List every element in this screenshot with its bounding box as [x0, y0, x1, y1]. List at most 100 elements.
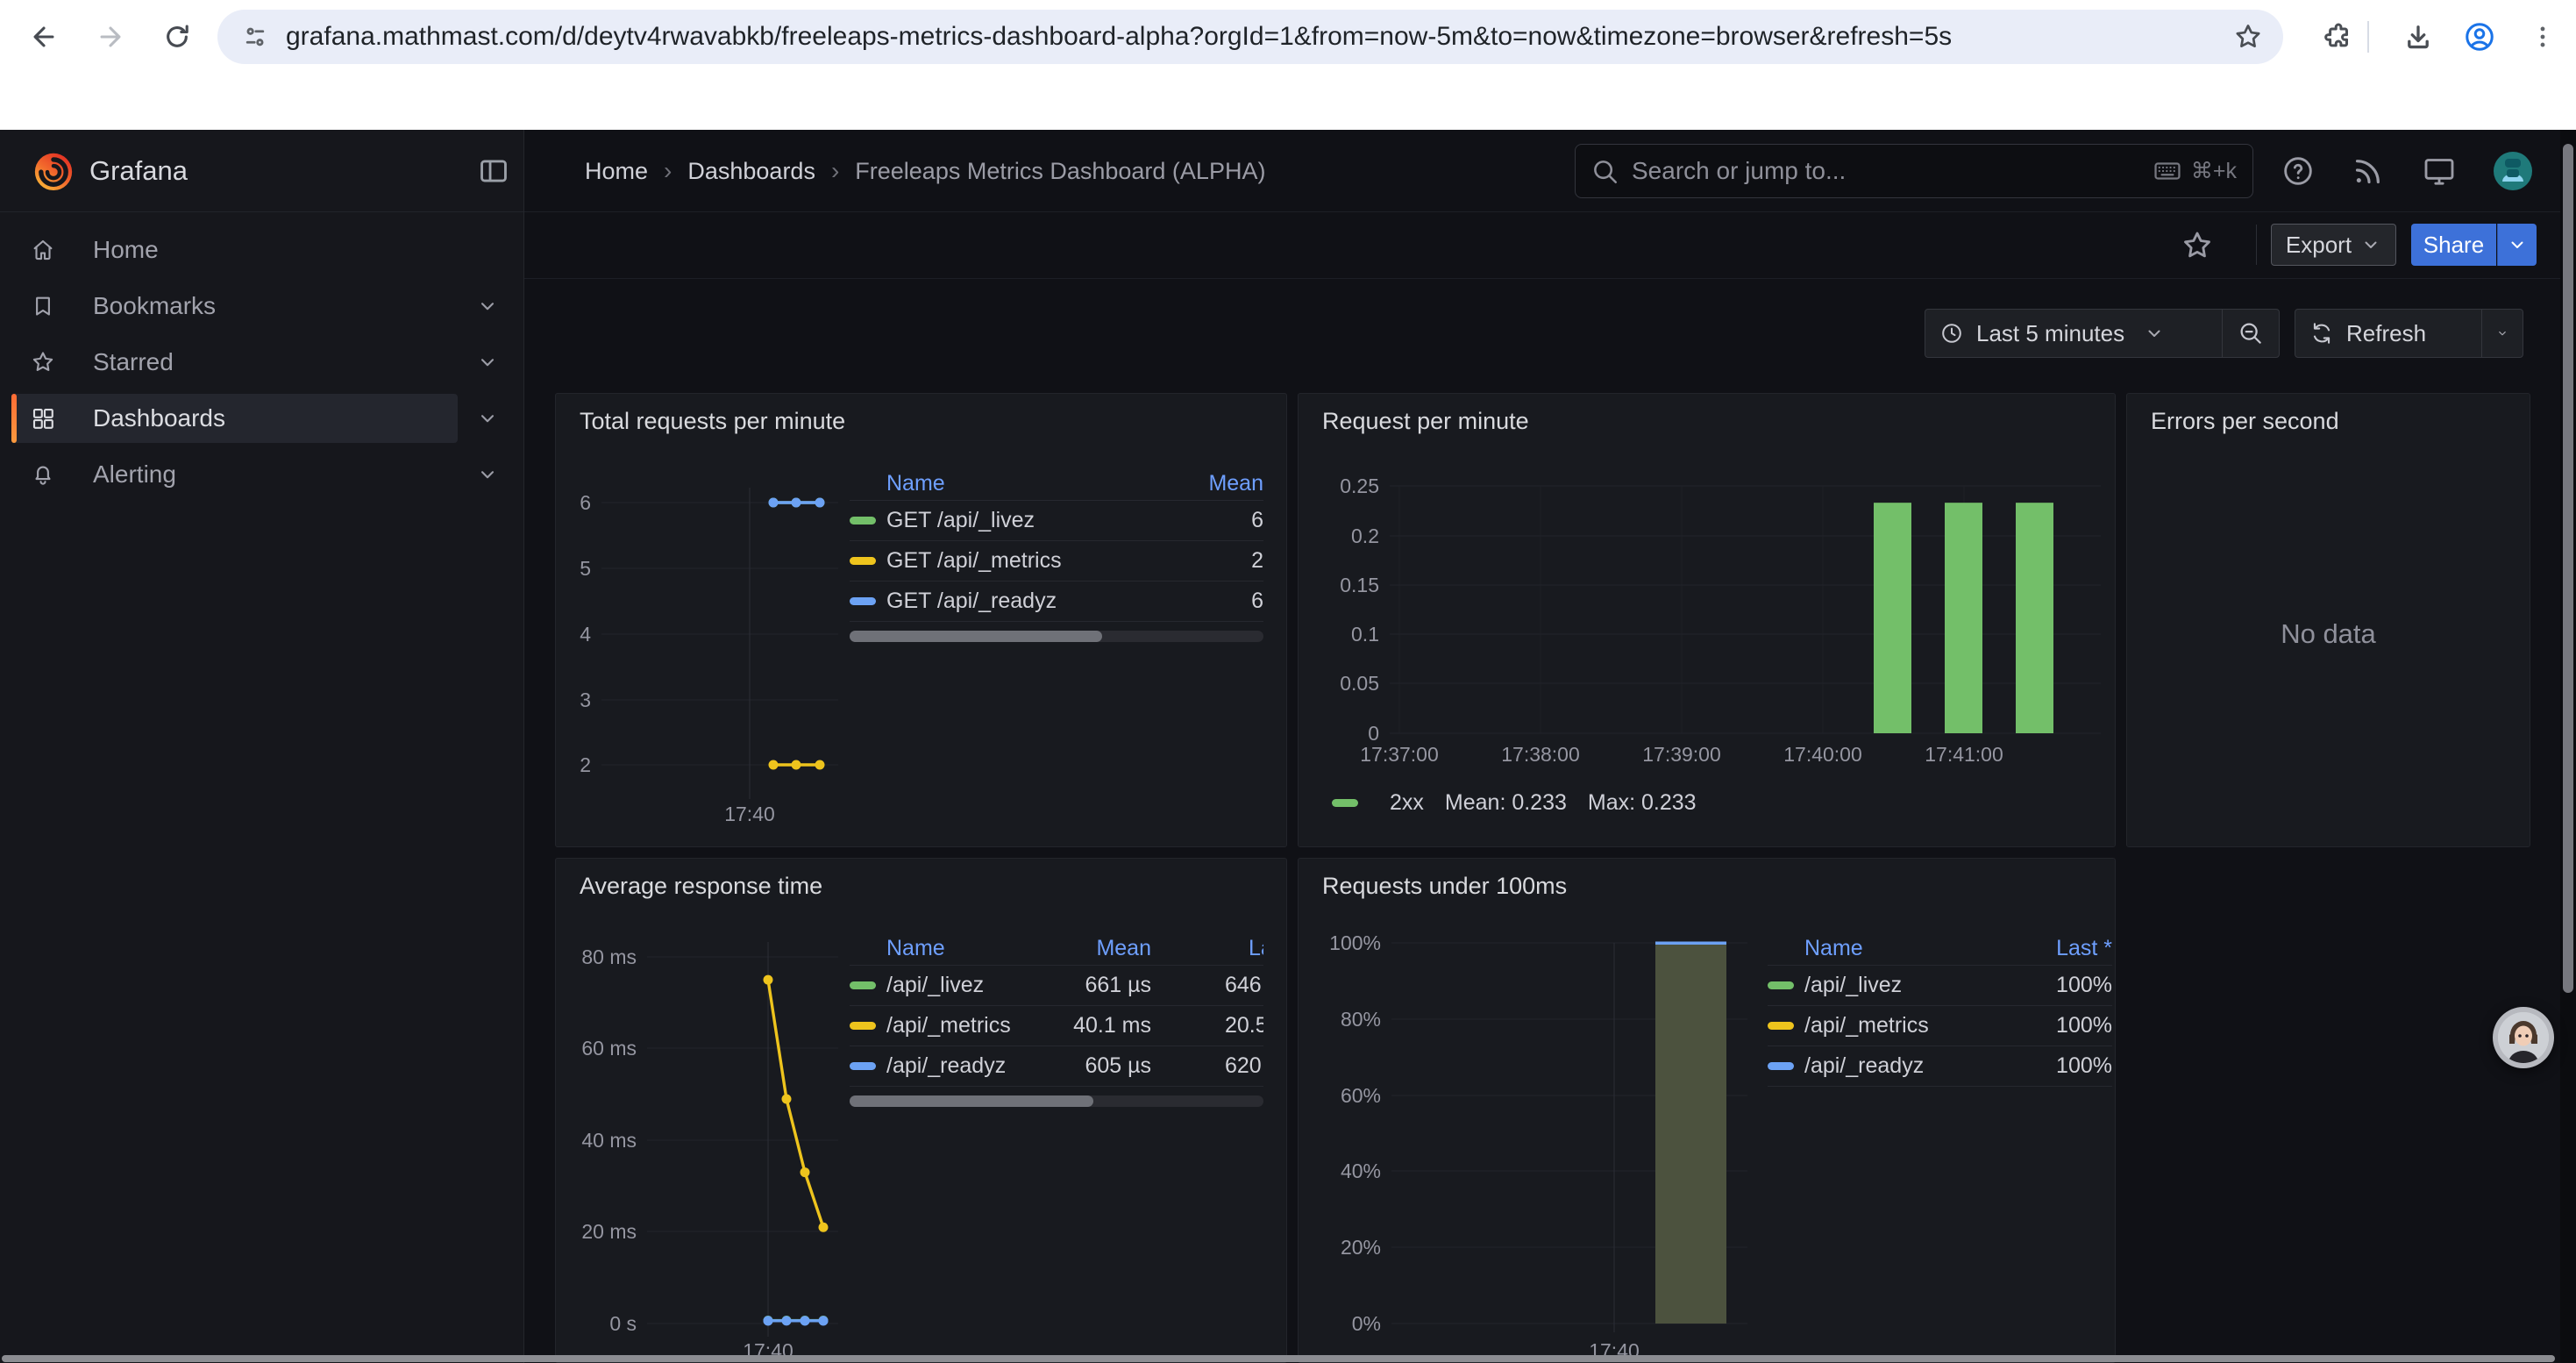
x-axis-tick: 17:37:00 [1329, 743, 1469, 767]
share-dropdown-button[interactable] [2497, 224, 2537, 266]
breadcrumb-dashboards[interactable]: Dashboards [687, 158, 815, 185]
data-point [792, 498, 801, 508]
legend-row[interactable]: GET /api/_livez6 [850, 501, 1263, 541]
sidebar-item-bookmarks[interactable]: Bookmarks [11, 282, 458, 331]
data-point [764, 975, 773, 985]
legend-series-name[interactable]: GET /api/_livez [886, 508, 1176, 533]
legend-series-name[interactable]: GET /api/_metrics [886, 548, 1176, 574]
sidebar-header: Grafana [0, 130, 523, 212]
legend-series-name[interactable]: /api/_metrics [1804, 1013, 2007, 1038]
vertical-scrollbar[interactable] [2560, 130, 2576, 1363]
legend-column-header[interactable]: Name [1768, 936, 2007, 961]
sidebar-item-label: Bookmarks [93, 292, 216, 320]
chevron-down-icon [2507, 234, 2528, 255]
home-icon [30, 237, 56, 263]
data-point [792, 760, 801, 770]
sidebar-item-starred[interactable]: Starred [11, 338, 458, 387]
legend-row[interactable]: /api/_metrics100% [1768, 1006, 2112, 1046]
legend-row[interactable]: /api/_livez100% [1768, 966, 2112, 1006]
refresh-interval-dropdown[interactable] [2482, 310, 2523, 357]
bar[interactable] [2016, 503, 2053, 733]
extensions-icon[interactable] [2318, 18, 2357, 56]
reload-icon[interactable] [158, 18, 196, 56]
series-pill [850, 1022, 876, 1030]
profile-icon[interactable] [2460, 18, 2499, 56]
series-pill [850, 597, 876, 605]
legend-row[interactable]: /api/_readyz100% [1768, 1046, 2112, 1087]
export-button[interactable]: Export [2271, 224, 2396, 266]
favorite-star-icon[interactable] [2180, 228, 2215, 263]
legend-series-name[interactable]: /api/_livez [1804, 973, 2007, 998]
legend-column-header[interactable]: Mean [1176, 471, 1263, 496]
panel-request-per-minute: Request per minute 2xx Mean: 0.233 Max: … [1298, 393, 2116, 847]
bar[interactable] [1874, 503, 1911, 733]
search-input[interactable]: Search or jump to... ⌘+k [1575, 144, 2253, 198]
series-/api/_metrics [764, 975, 829, 1232]
bar[interactable] [1945, 503, 1982, 733]
share-button[interactable]: Share [2411, 224, 2496, 266]
refresh-button[interactable]: Refresh [2295, 310, 2481, 357]
legend-series-name[interactable]: /api/_metrics [886, 1013, 1055, 1038]
sidebar-item-home[interactable]: Home [11, 225, 458, 275]
sidebar-item-alerting[interactable]: Alerting [11, 450, 458, 499]
bookmark-icon [30, 293, 56, 319]
bookmark-star-icon[interactable] [2232, 21, 2264, 53]
chevron-down-icon[interactable] [470, 282, 505, 331]
dock-sidebar-icon[interactable] [477, 154, 510, 188]
chevron-down-icon [2144, 323, 2165, 344]
menu-kebab-icon[interactable] [2523, 18, 2562, 56]
legend-scrollbar-thumb[interactable] [850, 1095, 1093, 1107]
y-axis-tick: 0.05 [1299, 672, 1379, 696]
y-axis-tick: 40% [1299, 1160, 1381, 1183]
legend-scrollbar-thumb[interactable] [850, 631, 1102, 642]
legend-value-last: 620 [1151, 1053, 1263, 1079]
assistant-avatar[interactable] [2493, 1007, 2554, 1068]
sidebar-item-dashboards[interactable]: Dashboards [11, 394, 458, 443]
legend-series-name[interactable]: /api/_readyz [1804, 1053, 2007, 1079]
legend-value-mean: 6 [1176, 589, 1263, 614]
url-bar[interactable]: grafana.mathmast.com/d/deytv4rwavabkb/fr… [217, 10, 2283, 64]
chevron-down-icon[interactable] [470, 338, 505, 387]
news-rss-icon[interactable] [2351, 153, 2386, 189]
help-icon[interactable] [2281, 153, 2316, 189]
scrollbar-corner [2562, 1354, 2576, 1363]
legend-column-header[interactable]: Las [1151, 936, 1263, 961]
legend-row[interactable]: /api/_readyz605 µs620 [850, 1046, 1263, 1087]
vertical-scrollbar-thumb[interactable] [2563, 144, 2573, 993]
breadcrumb-home[interactable]: Home [585, 158, 648, 185]
time-range-picker[interactable]: Last 5 minutes [1925, 310, 2222, 357]
horizontal-scrollbar-thumb[interactable] [2, 1355, 2555, 1362]
legend-column-header[interactable]: Name [850, 471, 1176, 496]
downloads-icon[interactable] [2399, 18, 2437, 56]
legend-row[interactable]: /api/_metrics40.1 ms20.5 r [850, 1006, 1263, 1046]
forward-icon[interactable] [91, 18, 130, 56]
user-avatar[interactable] [2494, 152, 2532, 190]
dashboards-grid-icon [30, 405, 56, 432]
panel-title[interactable]: Errors per second [2151, 408, 2339, 435]
back-icon[interactable] [25, 18, 63, 56]
series-pill [850, 517, 876, 525]
legend-series-name[interactable]: /api/_readyz [886, 1053, 1055, 1079]
y-axis-tick: 0% [1299, 1312, 1381, 1336]
legend-series-name[interactable]: GET /api/_readyz [886, 589, 1176, 614]
monitor-icon[interactable] [2422, 153, 2457, 189]
legend-row[interactable]: GET /api/_readyz6 [850, 582, 1263, 622]
grafana-logo-icon[interactable] [30, 147, 77, 195]
bar[interactable] [1655, 945, 1726, 1324]
legend-scrollbar[interactable] [850, 1095, 1263, 1107]
zoom-out-button[interactable] [2223, 310, 2279, 357]
legend-row[interactable]: GET /api/_metrics2 [850, 541, 1263, 582]
legend-column-header[interactable]: Last * [2007, 936, 2112, 961]
legend-row[interactable]: /api/_livez661 µs646 [850, 966, 1263, 1006]
data-point [782, 1094, 792, 1103]
site-info-icon[interactable] [240, 22, 270, 52]
sidebar-item-label: Starred [93, 348, 174, 376]
legend-column-header[interactable]: Name [850, 936, 1055, 961]
legend-scrollbar[interactable] [850, 631, 1263, 642]
chevron-down-icon[interactable] [470, 394, 505, 443]
chevron-down-icon[interactable] [470, 450, 505, 499]
legend-column-header[interactable]: Mean [1055, 936, 1151, 961]
x-axis-tick: 17:40:00 [1753, 743, 1893, 767]
legend-series-name[interactable]: /api/_livez [886, 973, 1055, 998]
breadcrumb-bar: Home › Dashboards › Freeleaps Metrics Da… [524, 130, 2576, 212]
